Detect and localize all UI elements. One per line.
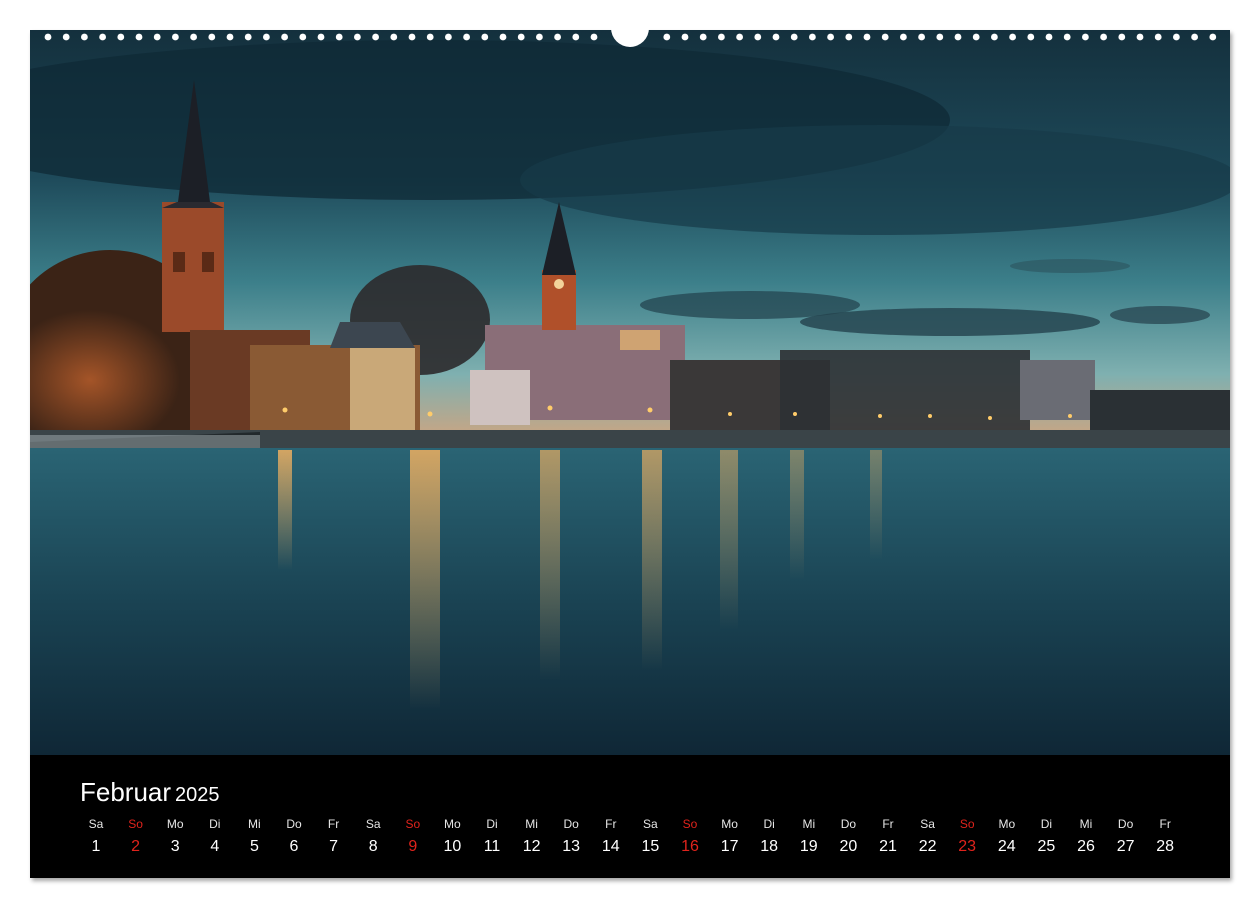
day-number: 23 — [958, 838, 977, 855]
day-cell: Mo 10 — [432, 815, 472, 861]
day-cell: Do 6 — [274, 815, 314, 861]
day-cell: So 16 — [670, 815, 710, 861]
day-number: 1 — [91, 838, 101, 855]
day-cell: Di 11 — [472, 815, 512, 861]
weekday-label: Di — [763, 817, 775, 831]
day-cell: Mo 3 — [155, 815, 195, 861]
day-number: 5 — [249, 838, 259, 855]
day-cell: Fr 14 — [591, 815, 631, 861]
day-number: 20 — [839, 838, 858, 855]
day-cell: Mo 17 — [710, 815, 750, 861]
day-number: 26 — [1077, 838, 1095, 855]
day-cell: Mi 19 — [789, 815, 829, 861]
weekday-label: Sa — [643, 817, 658, 831]
weekday-label: Mi — [248, 817, 261, 831]
weekday-label: Mo — [998, 817, 1016, 831]
day-number: 6 — [289, 838, 299, 855]
weekday-label: So — [959, 817, 975, 831]
day-number: 2 — [131, 838, 141, 855]
day-number: 18 — [760, 838, 779, 855]
day-cell: So 2 — [116, 815, 156, 861]
day-cell: Mo 24 — [987, 815, 1027, 861]
month-name: Februar — [80, 777, 172, 807]
weekday-label: Do — [286, 817, 302, 831]
day-number: 3 — [170, 838, 180, 855]
day-number: 10 — [443, 838, 462, 855]
day-number: 9 — [408, 838, 418, 855]
day-number: 27 — [1116, 838, 1135, 855]
day-cell: Fr 7 — [314, 815, 354, 861]
weekday-label: Sa — [920, 817, 935, 831]
day-cell: Mi 12 — [512, 815, 552, 861]
day-number: 13 — [562, 838, 581, 855]
weekday-label: Mi — [802, 817, 816, 831]
day-number: 12 — [522, 838, 541, 855]
day-number: 11 — [483, 838, 501, 855]
day-number: 25 — [1037, 838, 1056, 855]
day-number: 24 — [997, 838, 1016, 855]
photo-town-waterfront-dusk — [30, 30, 1230, 755]
day-number: 19 — [799, 838, 818, 855]
month-title: Februar 2025 — [80, 777, 220, 808]
weekday-label: Mi — [525, 817, 538, 831]
weekday-label: Mo — [721, 817, 738, 831]
weekday-label: Di — [486, 817, 498, 831]
calendar-strip: Februar 2025 Sa 1 So 2 Mo 3 Di 4 Mi 5 Do 6 Fr 7 Sa 8 So 9 M… — [30, 755, 1230, 878]
weekday-label: Fr — [882, 817, 894, 831]
calendar-page: Februar 2025 Sa 1 So 2 Mo 3 Di 4 Mi 5 Do 6 Fr 7 Sa 8 So 9 M… — [30, 30, 1230, 878]
day-cell: Do 20 — [828, 815, 868, 861]
weekday-label: So — [128, 817, 143, 831]
weekday-label: Sa — [365, 817, 381, 831]
day-number: 28 — [1156, 838, 1175, 855]
weekday-label: Mo — [444, 817, 461, 831]
day-cell: Sa 15 — [630, 815, 670, 861]
day-number: 21 — [879, 838, 897, 855]
day-cell: Sa 22 — [908, 815, 948, 861]
day-cell: Mi 26 — [1066, 815, 1106, 861]
day-cell: Sa 8 — [353, 815, 393, 861]
weekday-label: Mo — [166, 817, 184, 831]
day-cell: So 23 — [947, 815, 987, 861]
day-cell: Di 4 — [195, 815, 235, 861]
weekday-label: Do — [840, 817, 857, 831]
day-cell: Fr 21 — [868, 815, 908, 861]
weekday-label: Sa — [88, 817, 104, 831]
day-number: 22 — [918, 838, 937, 855]
day-number: 17 — [720, 838, 739, 855]
day-cell: Di 25 — [1026, 815, 1066, 861]
day-cell: Do 27 — [1106, 815, 1146, 861]
day-cell: Sa 1 — [76, 815, 116, 861]
day-number: 14 — [601, 838, 620, 855]
weekday-label: So — [405, 817, 421, 831]
weekday-label: Do — [1117, 817, 1134, 831]
weekday-label: Fr — [1159, 817, 1171, 831]
day-number: 16 — [681, 838, 699, 855]
weekday-label: Fr — [605, 817, 617, 831]
weekday-label: Fr — [327, 817, 340, 831]
day-cell: Fr 28 — [1145, 815, 1185, 861]
day-cell: So 9 — [393, 815, 433, 861]
day-number: 8 — [368, 838, 378, 855]
day-grid: Sa 1 So 2 Mo 3 Di 4 Mi 5 Do 6 Fr 7 Sa 8 So 9 Mo 10 Di 11 Mi 12 D… — [76, 815, 1216, 875]
weekday-label: Di — [209, 817, 221, 831]
day-cell: Do 13 — [551, 815, 591, 861]
day-number: 4 — [210, 838, 220, 855]
weekday-label: Di — [1040, 817, 1053, 831]
day-number: 7 — [329, 838, 339, 855]
day-number: 15 — [641, 838, 660, 855]
weekday-label: Do — [563, 817, 579, 831]
weekday-label: Mi — [1079, 817, 1093, 831]
year: 2025 — [175, 784, 220, 806]
day-cell: Di 18 — [749, 815, 789, 861]
day-cell: Mi 5 — [234, 815, 274, 861]
weekday-label: So — [682, 817, 698, 831]
